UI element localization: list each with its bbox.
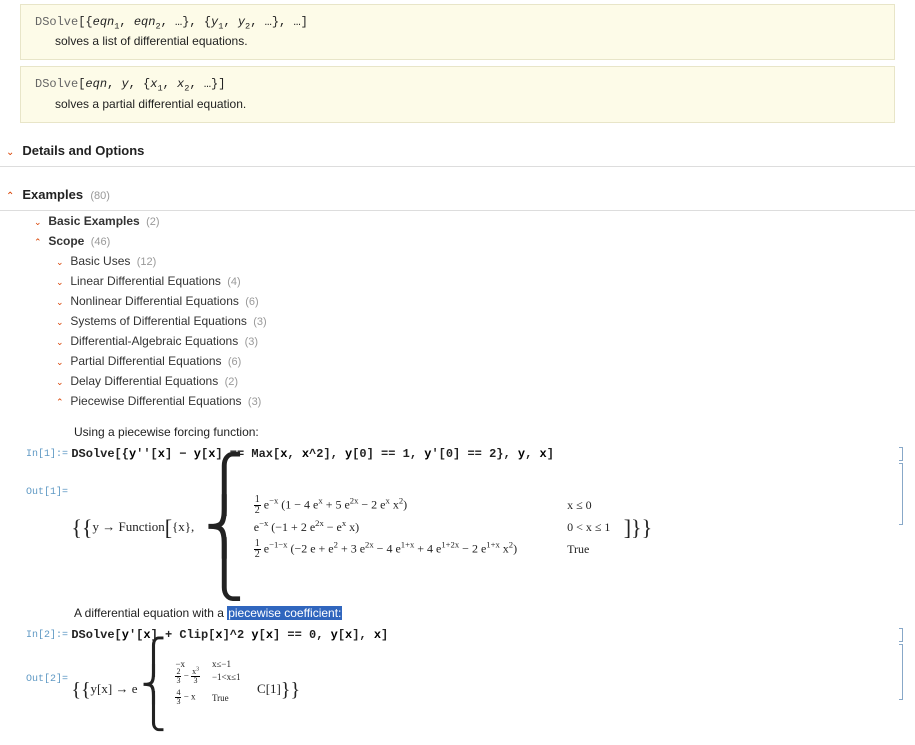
chevron-down-icon: ⌄ xyxy=(56,317,66,328)
scope-item-delay-de[interactable]: ⌄ Delay Differential Equations (2) xyxy=(56,371,915,391)
usage-desc: solves a list of differential equations. xyxy=(55,32,880,51)
scope-item-systems-de[interactable]: ⌄ Systems of Differential Equations (3) xyxy=(56,311,915,331)
out-content: {{y → Function[{x}, ⎧⎨⎩ 12 e−x (1 − 4 ex… xyxy=(71,463,652,593)
subsection-basic-examples[interactable]: ⌄ Basic Examples (2) xyxy=(34,211,915,231)
chevron-down-icon: ⌄ xyxy=(34,217,44,228)
example-intro-2: A differential equation with a piecewise… xyxy=(74,606,915,620)
scope-item-basic-uses[interactable]: ⌄ Basic Uses (12) xyxy=(56,251,915,271)
subsection-title: Basic Examples xyxy=(48,214,139,228)
out-label: Out[2]= xyxy=(22,644,68,685)
output-cell-2: Out[2]= {{y[x] → e ⎧⎨⎩ −xx≤−1 23 − x33−1… xyxy=(22,644,903,726)
section-examples[interactable]: ⌃ Examples (80) xyxy=(0,179,915,211)
chevron-down-icon: ⌄ xyxy=(56,297,66,308)
scope-item-piecewise-de[interactable]: ⌃ Piecewise Differential Equations (3) xyxy=(56,391,915,411)
scope-item-nonlinear-de[interactable]: ⌄ Nonlinear Differential Equations (6) xyxy=(56,291,915,311)
output-cell-1: Out[1]= {{y → Function[{x}, ⎧⎨⎩ 12 e−x (… xyxy=(22,463,903,593)
chevron-down-icon: ⌄ xyxy=(56,257,66,268)
section-title: Details and Options xyxy=(22,143,144,158)
example-intro: Using a piecewise forcing function: xyxy=(74,425,915,439)
section-count: (80) xyxy=(90,190,110,202)
out-label: Out[1]= xyxy=(22,463,68,498)
usage-syntax: DSolve[{eqn1, eqn2, …}, {y1, y2, …}, …] xyxy=(35,13,880,32)
scope-item-algebraic-de[interactable]: ⌄ Differential-Algebraic Equations (3) xyxy=(56,331,915,351)
in-code: DSolve[{y''[x] − y[x] == Max[x, x^2], y[… xyxy=(71,447,554,461)
section-title: Examples xyxy=(22,187,83,202)
chevron-down-icon: ⌄ xyxy=(56,337,66,348)
in-code: DSolve[y'[x] + Clip[x]^2 y[x] == 0, y[x]… xyxy=(71,628,388,642)
chevron-up-icon: ⌃ xyxy=(6,191,16,202)
subsection-scope[interactable]: ⌃ Scope (46) xyxy=(34,231,915,251)
chevron-up-icon: ⌃ xyxy=(56,397,66,408)
usage-box-1: DSolve[{eqn1, eqn2, …}, {y1, y2, …}, …] … xyxy=(20,4,895,60)
chevron-down-icon: ⌄ xyxy=(56,277,66,288)
usage-syntax: DSolve[eqn, y, {x1, x2, …}] xyxy=(35,75,880,94)
subsection-title: Scope xyxy=(48,234,84,248)
chevron-down-icon: ⌄ xyxy=(56,357,66,368)
input-cell-1[interactable]: In[1]:= DSolve[{y''[x] − y[x] == Max[x, … xyxy=(22,447,903,461)
highlighted-text: piecewise coefficient: xyxy=(227,606,342,620)
usage-box-2: DSolve[eqn, y, {x1, x2, …}] solves a par… xyxy=(20,66,895,122)
chevron-down-icon: ⌄ xyxy=(56,377,66,388)
subsection-count: (2) xyxy=(146,216,159,228)
chevron-up-icon: ⌃ xyxy=(34,237,44,248)
in-label: In[1]:= xyxy=(22,447,68,460)
chevron-down-icon: ⌄ xyxy=(6,147,16,158)
in-label: In[2]:= xyxy=(22,628,68,641)
subsection-count: (46) xyxy=(91,236,111,248)
section-details[interactable]: ⌄ Details and Options xyxy=(0,135,915,167)
scope-item-partial-de[interactable]: ⌄ Partial Differential Equations (6) xyxy=(56,351,915,371)
out-content: {{y[x] → e ⎧⎨⎩ −xx≤−1 23 − x33−1<x≤1 43 … xyxy=(71,644,300,726)
usage-desc: solves a partial differential equation. xyxy=(55,95,880,114)
scope-item-linear-de[interactable]: ⌄ Linear Differential Equations (4) xyxy=(56,271,915,291)
